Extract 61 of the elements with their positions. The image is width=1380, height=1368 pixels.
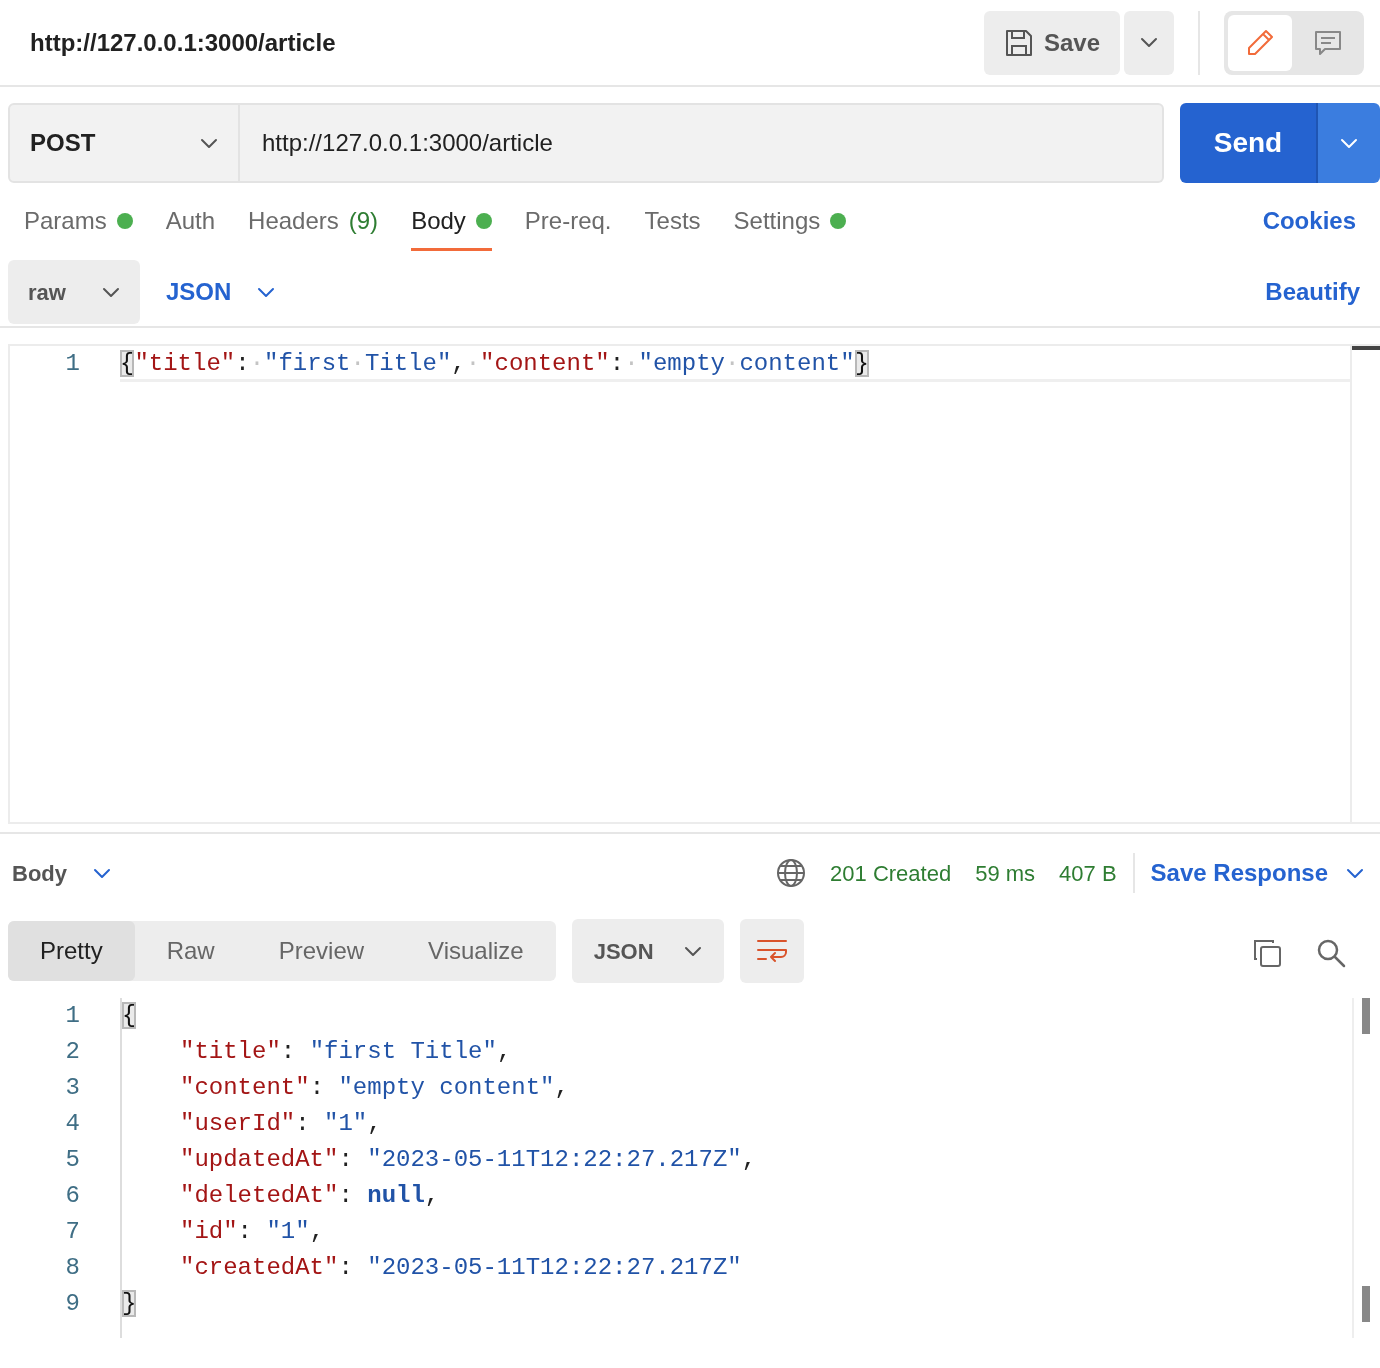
send-options-button[interactable] bbox=[1316, 103, 1380, 183]
pencil-icon bbox=[1245, 27, 1275, 58]
request-body-editor[interactable]: 1 {"title":·"first·Title",·"content":·"empty·content"} bbox=[8, 344, 1380, 824]
caret-icon bbox=[1346, 867, 1364, 879]
request-tab[interactable]: Pre-req. bbox=[524, 191, 612, 251]
view-tab[interactable]: Raw bbox=[134, 921, 247, 981]
format-select[interactable]: JSON bbox=[571, 919, 724, 983]
response-size: 407 B bbox=[1059, 859, 1117, 888]
code-line: "deletedAt": null, bbox=[179, 1181, 441, 1211]
request-tab[interactable]: Auth bbox=[165, 191, 216, 251]
request-tab[interactable]: Params bbox=[24, 191, 133, 251]
request-tab[interactable]: Body bbox=[411, 191, 492, 251]
wrap-lines-icon bbox=[755, 937, 788, 965]
code-line: "userId": "1", bbox=[179, 1109, 383, 1139]
body-mode-select[interactable]: raw bbox=[8, 260, 140, 324]
save-icon bbox=[1003, 27, 1034, 58]
search-icon bbox=[1316, 937, 1346, 968]
line-number: 3 bbox=[64, 1073, 80, 1103]
line-number: 6 bbox=[64, 1181, 80, 1211]
view-tab[interactable]: Preview bbox=[246, 921, 397, 981]
caret-icon bbox=[257, 286, 276, 298]
caret-icon bbox=[683, 945, 702, 957]
line-number: 8 bbox=[64, 1253, 80, 1283]
cookies-link[interactable]: Cookies bbox=[1262, 203, 1356, 239]
caret-icon bbox=[200, 137, 218, 149]
line-number: 4 bbox=[64, 1109, 80, 1139]
view-tab[interactable]: Visualize bbox=[396, 921, 556, 981]
edit-mode-button[interactable] bbox=[1228, 14, 1292, 71]
request-tab[interactable]: Settings bbox=[733, 191, 847, 251]
line-number: 1 bbox=[64, 1001, 80, 1031]
code-line: "createdAt": "2023-05-11T12:22:27.217Z" bbox=[179, 1253, 743, 1283]
response-time: 59 ms bbox=[975, 859, 1036, 888]
status-code: 201 Created bbox=[830, 859, 952, 888]
line-number: 1 bbox=[64, 349, 80, 379]
code-line: "content": "empty content", bbox=[179, 1073, 570, 1103]
code-line: "updatedAt": "2023-05-11T12:22:27.217Z", bbox=[179, 1145, 758, 1175]
page-title: http://127.0.0.1:3000/article bbox=[30, 27, 336, 58]
url-input[interactable]: http://127.0.0.1:3000/article bbox=[240, 105, 1162, 181]
caret-icon bbox=[1340, 137, 1358, 149]
send-button[interactable]: Send bbox=[1180, 103, 1316, 183]
line-number: 7 bbox=[64, 1217, 80, 1247]
beautify-link[interactable]: Beautify bbox=[1265, 274, 1360, 310]
wrap-lines-button[interactable] bbox=[739, 919, 804, 983]
request-tab[interactable]: Headers (9) bbox=[248, 191, 379, 251]
response-section-select[interactable]: Body bbox=[12, 856, 111, 890]
line-number: 9 bbox=[64, 1289, 80, 1319]
save-response-button[interactable]: Save Response bbox=[1150, 855, 1364, 891]
globe-icon bbox=[776, 858, 807, 888]
method-select[interactable]: POST bbox=[8, 103, 240, 183]
code-line: "id": "1", bbox=[179, 1217, 326, 1247]
request-tab[interactable]: Tests bbox=[644, 191, 701, 251]
copy-icon bbox=[1252, 937, 1282, 968]
line-number: 2 bbox=[64, 1037, 80, 1067]
language-select[interactable]: JSON bbox=[160, 273, 282, 311]
caret-icon bbox=[93, 867, 111, 879]
code-line: "title": "first Title", bbox=[179, 1037, 513, 1067]
view-tab[interactable]: Pretty bbox=[8, 921, 135, 981]
caret-icon bbox=[102, 286, 120, 298]
caret-icon bbox=[1140, 37, 1158, 48]
line-number: 5 bbox=[64, 1145, 80, 1175]
save-button[interactable]: Save bbox=[983, 10, 1120, 75]
